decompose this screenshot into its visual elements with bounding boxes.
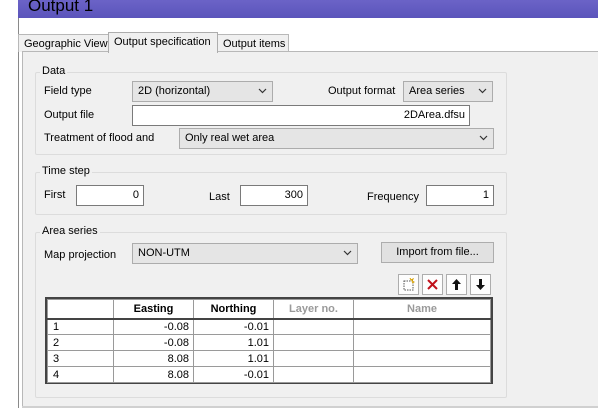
window-title: Output 1	[28, 0, 94, 15]
new-row-icon	[403, 278, 415, 291]
output-file-label: Output file	[44, 109, 95, 121]
column-header-northing[interactable]: Northing	[193, 299, 274, 320]
chevron-down-icon	[343, 250, 352, 256]
delete-icon	[427, 279, 438, 290]
field-type-value: 2D (horizontal)	[138, 85, 211, 97]
frequency-input[interactable]: 1	[426, 185, 494, 206]
output-file-input[interactable]: 2DArea.dfsu	[132, 105, 470, 126]
frequency-label: Frequency	[367, 191, 419, 203]
column-header-easting[interactable]: Easting	[113, 299, 194, 320]
name-cell[interactable]	[353, 334, 491, 351]
layer-cell[interactable]	[273, 350, 354, 367]
output-format-dropdown[interactable]: Area series	[403, 81, 493, 102]
import-from-file-button[interactable]: Import from file...	[381, 242, 494, 263]
column-header-layer-no[interactable]: Layer no.	[273, 299, 354, 320]
data-group-title: Data	[40, 65, 68, 77]
window-titlebar: Output 1	[18, 0, 598, 18]
table-row[interactable]: 3 8.08 1.01	[47, 350, 491, 367]
row-index[interactable]: 4	[47, 366, 114, 383]
last-label: Last	[209, 191, 230, 203]
output-format-value: Area series	[409, 85, 465, 97]
window-border	[18, 18, 19, 408]
row-index[interactable]: 3	[47, 350, 114, 367]
tab-output-items[interactable]: Output items	[217, 34, 289, 52]
field-type-dropdown[interactable]: 2D (horizontal)	[132, 81, 273, 102]
easting-cell[interactable]: 8.08	[113, 366, 194, 383]
treatment-dropdown[interactable]: Only real wet area	[179, 128, 494, 149]
tab-output-specification[interactable]: Output specification	[108, 32, 218, 53]
table-row[interactable]: 1 -0.08 -0.01	[47, 318, 491, 335]
layer-cell[interactable]	[273, 318, 354, 335]
first-label: First	[44, 189, 66, 201]
tab-geographic-view[interactable]: Geographic View	[18, 34, 109, 52]
output-format-label: Output format	[328, 85, 396, 97]
table-header-row: Easting Northing Layer no. Name	[47, 299, 491, 320]
corner-header[interactable]	[47, 299, 114, 320]
treatment-value: Only real wet area	[185, 132, 275, 144]
layer-cell[interactable]	[273, 366, 354, 383]
move-down-button[interactable]	[470, 274, 491, 295]
move-down-icon	[476, 279, 485, 290]
easting-cell[interactable]: -0.08	[113, 334, 194, 351]
name-cell[interactable]	[353, 318, 491, 335]
first-input[interactable]: 0	[76, 185, 144, 206]
treatment-label: Treatment of flood and	[44, 132, 155, 144]
name-cell[interactable]	[353, 350, 491, 367]
chevron-down-icon	[478, 88, 487, 94]
map-projection-label: Map projection	[44, 249, 117, 261]
easting-cell[interactable]: -0.08	[113, 318, 194, 335]
northing-cell[interactable]: -0.01	[193, 318, 274, 335]
name-cell[interactable]	[353, 366, 491, 383]
table-row[interactable]: 2 -0.08 1.01	[47, 334, 491, 351]
layer-cell[interactable]	[273, 334, 354, 351]
easting-cell[interactable]: 8.08	[113, 350, 194, 367]
move-up-button[interactable]	[446, 274, 467, 295]
field-type-label: Field type	[44, 85, 92, 97]
last-input[interactable]: 300	[240, 185, 308, 206]
northing-cell[interactable]: 1.01	[193, 350, 274, 367]
row-index[interactable]: 1	[47, 318, 114, 335]
area-series-title: Area series	[40, 225, 100, 237]
northing-cell[interactable]: -0.01	[193, 366, 274, 383]
map-projection-dropdown[interactable]: NON-UTM	[132, 243, 358, 264]
chevron-down-icon	[479, 135, 488, 141]
new-row-button[interactable]	[398, 274, 419, 295]
row-index[interactable]: 2	[47, 334, 114, 351]
northing-cell[interactable]: 1.01	[193, 334, 274, 351]
area-series-table: Easting Northing Layer no. Name 1 -0.08 …	[47, 299, 491, 383]
table-row[interactable]: 4 8.08 -0.01	[47, 366, 491, 383]
column-header-name[interactable]: Name	[353, 299, 491, 320]
time-step-title: Time step	[40, 165, 92, 177]
tab-strip: Geographic View Output specification Out…	[18, 32, 598, 53]
map-projection-value: NON-UTM	[138, 247, 190, 259]
area-series-grid[interactable]: Easting Northing Layer no. Name 1 -0.08 …	[45, 297, 493, 384]
chevron-down-icon	[258, 88, 267, 94]
move-up-icon	[452, 279, 461, 290]
delete-row-button[interactable]	[422, 274, 443, 295]
